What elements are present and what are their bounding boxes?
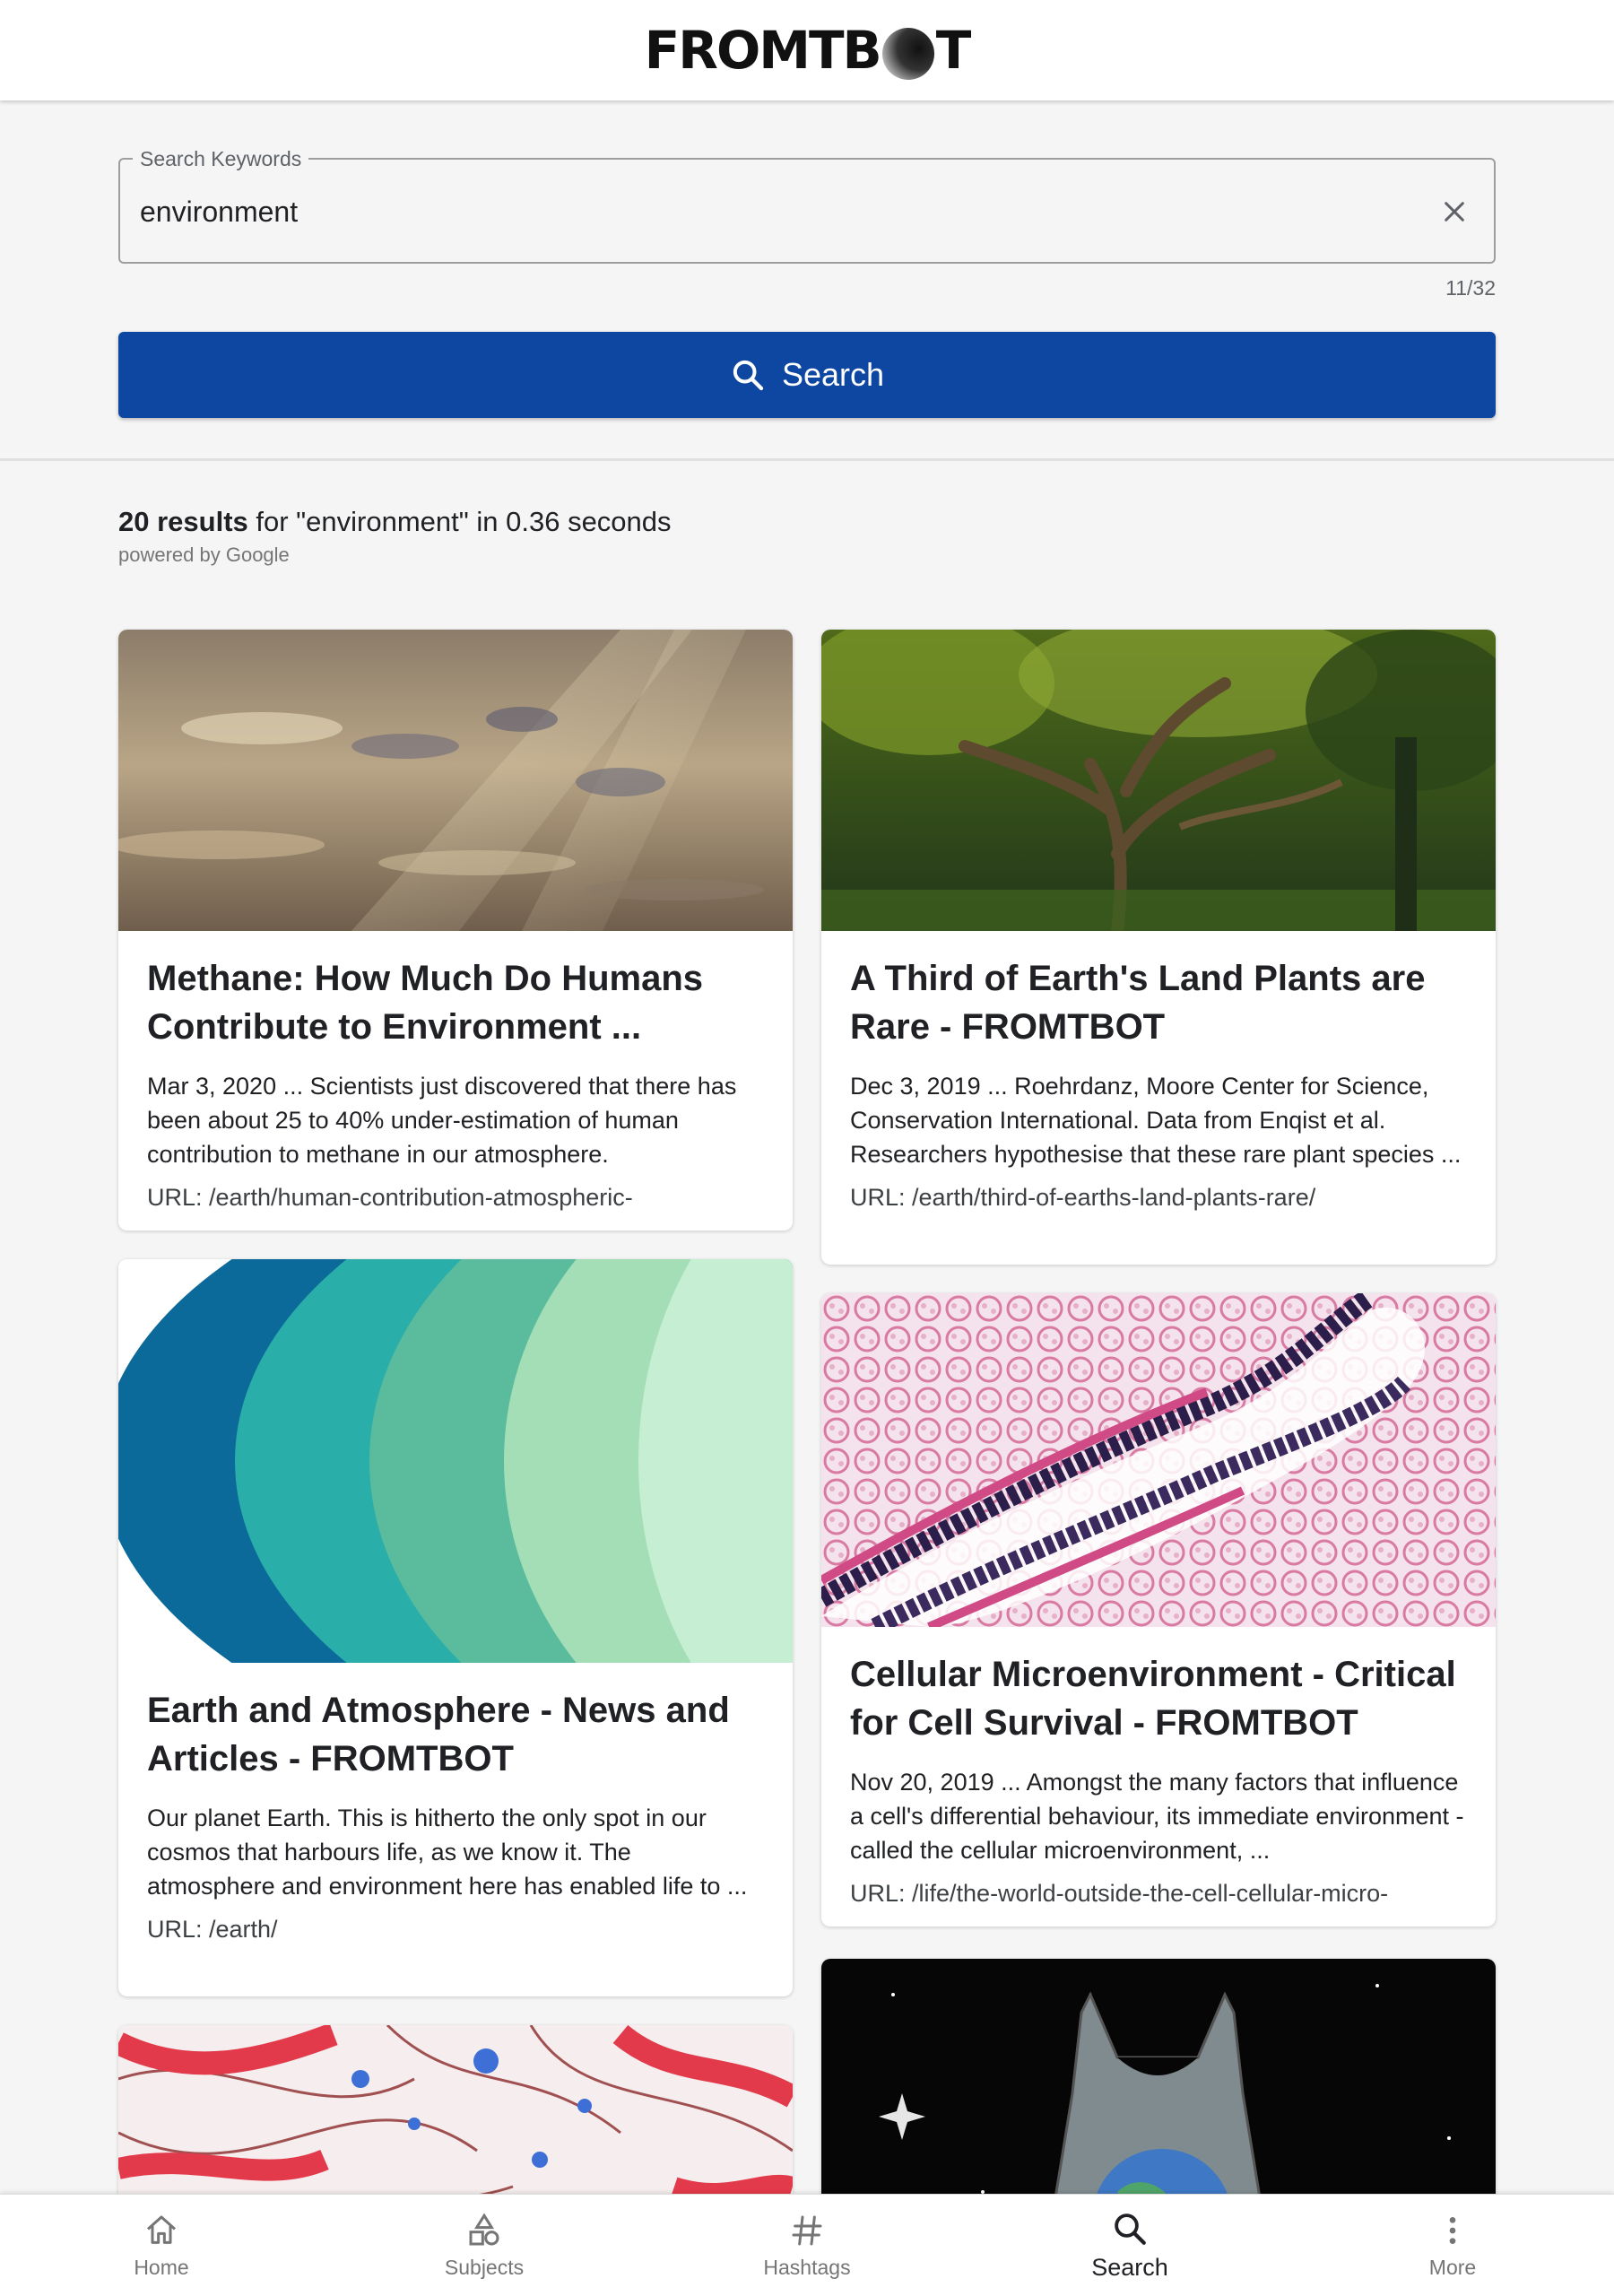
card-snippet: Dec 3, 2019 ... Roehrdanz, Moore Center …	[850, 1073, 1462, 1168]
nav-subjects-label: Subjects	[444, 2256, 525, 2279]
card-image-tissue	[821, 1293, 1496, 1627]
nav-subjects[interactable]: Subjects	[323, 2195, 646, 2296]
result-card-methane[interactable]: Methane: How Much Do Humans Contribute t…	[118, 630, 793, 1231]
shapes-icon	[464, 2211, 504, 2250]
nav-home[interactable]: Home	[0, 2195, 323, 2296]
results-summary: 20 results for "environment" in 0.36 sec…	[118, 506, 672, 567]
search-button-label: Search	[781, 356, 885, 393]
bottom-navigation: Home Subjects Hashtags Search More	[0, 2194, 1614, 2296]
search-icon	[1110, 2209, 1150, 2248]
nav-more-label: More	[1428, 2256, 1477, 2279]
card-snippet: Nov 20, 2019 ... Amongst the many factor…	[850, 1769, 1464, 1864]
card-url[interactable]: URL: /earth/third-of-earths-land-plants-…	[850, 1180, 1467, 1214]
logo-text-right: T	[935, 20, 972, 81]
search-field-label: Search Keywords	[133, 147, 309, 171]
card-title[interactable]: Earth and Atmosphere - News and Articles…	[147, 1686, 764, 1783]
card-snippet: Our planet Earth. This is hitherto the o…	[147, 1805, 748, 1900]
result-card-cellular[interactable]: Cellular Microenvironment - Critical for…	[821, 1293, 1496, 1926]
card-image-rings	[118, 1259, 793, 1663]
results-count: 20 results	[118, 506, 248, 537]
logo-text-left: FROMTB	[644, 20, 882, 81]
result-card-earth-atmosphere[interactable]: Earth and Atmosphere - News and Articles…	[118, 1259, 793, 1996]
nav-hashtags-label: Hashtags	[763, 2256, 851, 2279]
clear-search-button[interactable]	[1435, 192, 1474, 231]
card-url[interactable]: URL: /earth/	[147, 1912, 764, 1946]
hashtag-icon	[787, 2211, 827, 2250]
card-snippet: Mar 3, 2020 ... Scientists just discover…	[147, 1073, 737, 1168]
card-title[interactable]: Cellular Microenvironment - Critical for…	[850, 1650, 1467, 1747]
card-url[interactable]: URL: /earth/human-contribution-atmospher…	[147, 1180, 764, 1214]
more-vertical-icon	[1433, 2211, 1472, 2250]
fromtbot-logo[interactable]: FROMTB T	[644, 20, 972, 81]
nav-search-label: Search	[1091, 2254, 1168, 2281]
card-body: A Third of Earth's Land Plants are Rare …	[821, 931, 1496, 1214]
card-url[interactable]: URL: /life/the-world-outside-the-cell-ce…	[850, 1876, 1467, 1910]
search-field: Search Keywords	[118, 147, 1496, 264]
close-icon	[1445, 202, 1464, 222]
results-count-line: 20 results for "environment" in 0.36 sec…	[118, 506, 672, 538]
home-icon	[142, 2211, 181, 2250]
results-query: for "environment" in 0.36 seconds	[247, 506, 672, 537]
logo-globe-icon	[881, 28, 934, 80]
card-image-sky	[118, 630, 793, 931]
card-body: Methane: How Much Do Humans Contribute t…	[118, 931, 793, 1214]
card-body: Cellular Microenvironment - Critical for…	[821, 1627, 1496, 1910]
character-counter: 11/32	[1445, 276, 1496, 300]
search-input[interactable]	[140, 190, 1395, 233]
nav-hashtags[interactable]: Hashtags	[646, 2195, 968, 2296]
nav-home-label: Home	[134, 2256, 189, 2279]
search-panel: Search Keywords 11/32 Search	[0, 100, 1614, 461]
card-title[interactable]: A Third of Earth's Land Plants are Rare …	[850, 954, 1467, 1051]
card-title[interactable]: Methane: How Much Do Humans Contribute t…	[147, 954, 764, 1051]
powered-by: powered by Google	[118, 544, 290, 566]
nav-search[interactable]: Search	[968, 2195, 1291, 2296]
app-bar: FROMTB T	[0, 0, 1614, 100]
nav-more[interactable]: More	[1291, 2195, 1614, 2296]
card-body: Earth and Atmosphere - News and Articles…	[118, 1663, 793, 1946]
search-button[interactable]: Search	[118, 332, 1496, 418]
result-card-plants[interactable]: A Third of Earth's Land Plants are Rare …	[821, 630, 1496, 1265]
card-image-forest	[821, 630, 1496, 931]
search-icon	[733, 360, 764, 391]
